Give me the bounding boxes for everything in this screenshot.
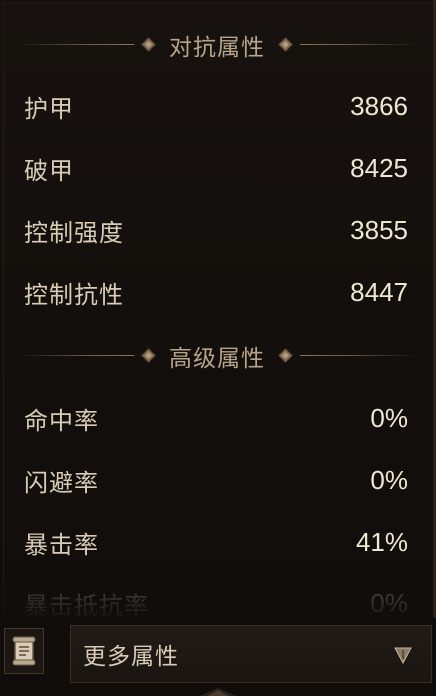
attribute-row-dodge-rate: 闪避率 0%	[24, 462, 408, 498]
section-header-resistance: 对抗属性	[16, 30, 418, 61]
attribute-value: 41%	[355, 526, 408, 557]
divider-line-left	[16, 355, 134, 356]
attribute-label: 闪避率	[24, 468, 99, 497]
attribute-value: 3866	[350, 90, 408, 121]
divider-line-right	[300, 355, 418, 356]
more-attributes-dropdown[interactable]: 更多属性	[70, 625, 432, 683]
attribute-value: 8425	[350, 152, 408, 183]
attribute-value: 0%	[370, 402, 408, 433]
attribute-label: 控制强度	[24, 218, 124, 247]
dropdown-label: 更多属性	[83, 644, 179, 670]
attribute-value: 0%	[370, 587, 408, 618]
attribute-row-armor-break: 破甲 8425	[24, 150, 408, 186]
section-title: 对抗属性	[169, 35, 265, 61]
attribute-label: 护甲	[24, 94, 74, 123]
attribute-value: 8447	[350, 276, 408, 307]
attribute-value: 0%	[370, 464, 408, 495]
attribute-row-armor: 护甲 3866	[24, 88, 408, 124]
diamond-ornament-icon	[279, 349, 292, 362]
attributes-panel: 对抗属性 护甲 3866 破甲 8425 控制强度 3855 控制抗性 8447…	[0, 0, 436, 618]
triangle-down-icon	[393, 645, 413, 669]
attribute-label: 破甲	[24, 156, 74, 185]
bottom-ornament-icon	[200, 688, 236, 696]
diamond-ornament-icon	[279, 38, 292, 51]
attribute-label: 暴击抵抗率	[24, 591, 149, 619]
section-title: 高级属性	[169, 346, 265, 372]
section-header-advanced: 高级属性	[16, 341, 418, 372]
divider-line-right	[300, 44, 418, 45]
attribute-value: 3855	[350, 214, 408, 245]
attribute-row-control-strength: 控制强度 3855	[24, 212, 408, 248]
diamond-ornament-icon	[142, 349, 155, 362]
attribute-label: 暴击率	[24, 530, 99, 559]
attribute-row-crit-resistance: 暴击抵抗率 0%	[24, 585, 408, 619]
divider-line-left	[16, 44, 134, 45]
attribute-row-hit-rate: 命中率 0%	[24, 400, 408, 436]
document-scroll-icon	[12, 636, 36, 666]
attribute-label: 控制抗性	[24, 280, 124, 309]
document-scroll-button[interactable]	[4, 628, 44, 674]
attribute-row-crit-rate: 暴击率 41%	[24, 524, 408, 560]
diamond-ornament-icon	[142, 38, 155, 51]
attribute-label: 命中率	[24, 406, 99, 435]
attribute-row-control-resistance: 控制抗性 8447	[24, 274, 408, 310]
